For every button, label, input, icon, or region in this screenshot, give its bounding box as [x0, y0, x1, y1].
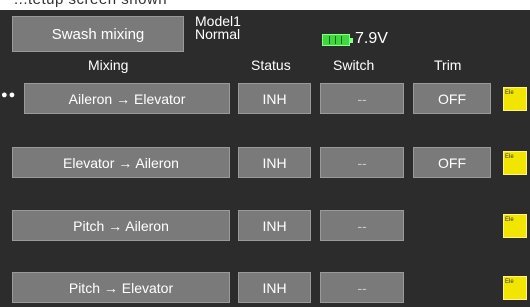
transmitter-screen: Swash mixing Model1 Normal 7.9V Mixing S… — [0, 10, 530, 307]
setup-icon-row2[interactable]: Ele — [503, 151, 527, 175]
mix-row-aileron-elevator[interactable]: Aileron → Elevator — [24, 83, 230, 114]
selection-indicator-dots: ●● — [1, 89, 17, 101]
column-header-trim: Trim — [434, 57, 462, 73]
mix-row-pitch-elevator[interactable]: Pitch → Elevator — [12, 272, 230, 303]
column-header-switch: Switch — [333, 57, 375, 73]
setup-icon-row1[interactable]: Ele — [503, 87, 527, 111]
status-button-row3[interactable]: INH — [238, 210, 311, 241]
switch-button-row1[interactable]: -- — [320, 83, 404, 114]
setup-icon-row4[interactable]: Ele — [503, 276, 527, 300]
setup-icon-row3[interactable]: Ele — [503, 214, 527, 238]
model-info: Model1 Normal — [195, 14, 241, 42]
battery-voltage: 7.9V — [355, 30, 388, 47]
status-button-row2[interactable]: INH — [238, 147, 311, 178]
trim-button-row2[interactable]: OFF — [413, 147, 491, 178]
battery-icon — [322, 34, 353, 46]
mix-row-pitch-aileron[interactable]: Pitch → Aileron — [12, 210, 230, 241]
switch-button-row4[interactable]: -- — [320, 272, 404, 303]
condition-name: Normal — [195, 26, 241, 42]
status-button-row1[interactable]: INH — [238, 83, 311, 114]
top-cropped-caption: ...tetup screen shown — [14, 0, 167, 8]
status-button-row4[interactable]: INH — [238, 272, 311, 303]
switch-button-row3[interactable]: -- — [320, 210, 404, 241]
trim-button-row1[interactable]: OFF — [413, 83, 491, 114]
swash-mixing-title-button[interactable]: Swash mixing — [12, 16, 184, 52]
switch-button-row2[interactable]: -- — [320, 147, 404, 178]
column-header-status: Status — [251, 57, 291, 73]
column-header-mixing: Mixing — [88, 57, 129, 73]
top-cropped-text: ...tetup screen shown — [0, 0, 530, 10]
mix-row-elevator-aileron[interactable]: Elevator → Aileron — [12, 147, 230, 178]
